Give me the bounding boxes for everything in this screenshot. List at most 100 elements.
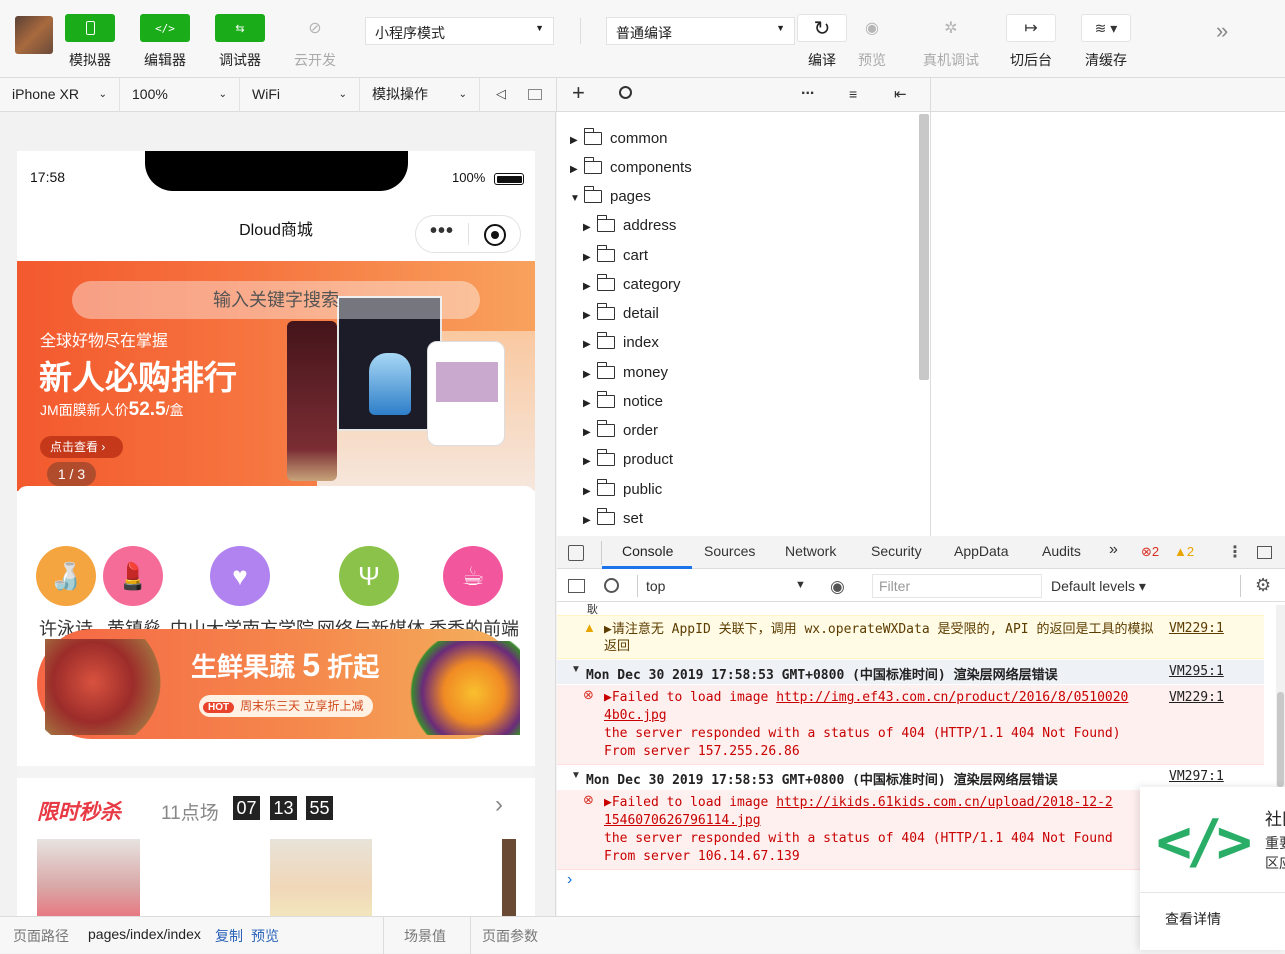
group-source-link[interactable]: VM295:1 [1169, 664, 1224, 679]
tab-console[interactable]: Console [622, 543, 673, 559]
search-bar[interactable]: 输入关键字搜索 [72, 281, 480, 319]
compile-button[interactable]: ↻ 编译 [795, 14, 849, 70]
heart-icon[interactable]: ♥ [210, 546, 270, 606]
product-thumb-1[interactable] [37, 839, 140, 916]
error-url-link[interactable]: http://ikids.61kids.com.cn/upload/2018-1… [776, 795, 1113, 810]
tab-network[interactable]: Network [785, 543, 836, 559]
clear-console-icon[interactable] [604, 578, 619, 593]
more-icon[interactable]: » [1216, 18, 1228, 44]
network-value: WiFi [252, 86, 280, 102]
warning-count[interactable]: ▲2 [1174, 544, 1194, 559]
tab-audits[interactable]: Audits [1042, 543, 1081, 559]
error-url-link[interactable]: http://img.ef43.com.cn/product/2016/8/05… [776, 690, 1128, 705]
error-source-link[interactable]: VM229:1 [1169, 690, 1224, 705]
tree-item-address[interactable]: ▶ address [583, 213, 676, 239]
chevron-right-icon[interactable]: › [495, 791, 503, 819]
inspect-icon[interactable] [568, 545, 584, 561]
debugger-button[interactable]: ⇆ 调试器 [213, 14, 267, 70]
avatar[interactable] [15, 16, 53, 54]
tree-item-category[interactable]: ▶ category [583, 272, 681, 298]
caret-right-icon: ▶ [583, 222, 591, 233]
tree-item-components[interactable]: ▶ components [570, 155, 692, 181]
capsule-menu[interactable]: ••• [415, 215, 521, 253]
network-select[interactable]: WiFi ⌄ [240, 78, 360, 111]
tree-item-set[interactable]: ▶ set [583, 506, 643, 532]
error-count[interactable]: ⊗2 [1141, 544, 1159, 560]
fork-icon[interactable]: Ψ [339, 546, 399, 606]
product-thumb-3[interactable] [502, 839, 516, 916]
background-button[interactable]: ↦ 切后台 [1004, 14, 1058, 70]
mode-select[interactable]: 小程序模式 ▼ [365, 17, 554, 45]
window-icon[interactable] [528, 89, 542, 100]
tree-item-product[interactable]: ▶ product [583, 447, 673, 473]
search-icon[interactable] [619, 86, 632, 99]
add-file-button[interactable]: + [572, 80, 585, 106]
tree-item-index[interactable]: ▶ index [583, 330, 659, 356]
filter-input[interactable]: Filter [872, 574, 1042, 598]
preview-button[interactable]: ◉ 预览 [845, 14, 899, 70]
editor-button[interactable]: </> 编辑器 [138, 14, 192, 70]
collapse-icon[interactable]: ⇤ [894, 85, 907, 103]
context-select[interactable]: top [646, 578, 665, 594]
sidebar-toggle-icon[interactable] [568, 579, 585, 593]
folder-icon [596, 391, 615, 408]
promo-banner[interactable]: 生鲜果蔬 5 折起 HOT 周末乐三天 立享折上减 [37, 629, 520, 739]
more-dots-icon[interactable]: ••• [430, 220, 454, 243]
sim-ops-select[interactable]: 模拟操作 ⌄ [360, 78, 480, 111]
tab-security[interactable]: Security [871, 543, 922, 559]
close-mini-icon[interactable] [484, 224, 506, 246]
phone-screen[interactable]: 17:58 100% Dloud商城 ••• 输入关键字搜索 全球好物尽在掌握 … [17, 151, 535, 916]
product-thumb-2[interactable] [270, 839, 372, 916]
preview-link[interactable]: 预览 [251, 926, 279, 946]
tree-item-common[interactable]: ▶ common [570, 126, 668, 152]
warning-source-link[interactable]: VM229:1 [1169, 621, 1224, 636]
tree-item-notice[interactable]: ▶ notice [583, 389, 663, 415]
tree-item-detail[interactable]: ▶ detail [583, 301, 659, 327]
volume-icon[interactable]: ◁ [496, 86, 506, 102]
page-params-button[interactable]: 页面参数 [482, 926, 538, 946]
zoom-select[interactable]: 100% ⌄ [120, 78, 240, 111]
tree-item-pages[interactable]: ▼ pages [570, 184, 651, 210]
user-grid-icon-2[interactable]: 💄 [103, 546, 163, 606]
community-popup[interactable]: </> 社区 重要 区应 查看详情 [1140, 787, 1285, 950]
view-details-link[interactable]: 查看详情 [1165, 909, 1221, 929]
scrollbar[interactable] [919, 114, 929, 380]
caret-right-icon: ▶ [583, 310, 591, 321]
console-scrollbar-thumb[interactable] [1277, 692, 1284, 787]
copy-link[interactable]: 复制 [215, 926, 243, 946]
console-group-header[interactable]: ▼ Mon Dec 30 2019 17:58:53 GMT+0800 (中国标… [557, 660, 1264, 684]
error-url-link[interactable]: 1546070626796114.jpg [604, 813, 761, 828]
compile-select[interactable]: 普通编译 ▼ [606, 17, 795, 45]
sort-icon[interactable]: ≡ [849, 86, 857, 102]
cloud-dev-button[interactable]: ⊘ 云开发 [288, 14, 342, 70]
device-select[interactable]: iPhone XR ⌄ [0, 78, 120, 111]
tree-item-cart[interactable]: ▶ cart [583, 243, 648, 269]
dock-icon[interactable] [1257, 546, 1272, 559]
view-button[interactable]: 点击查看 › [40, 436, 123, 458]
meat-image [45, 639, 165, 735]
remote-debug-button[interactable]: ✲ 真机调试 [918, 14, 984, 70]
group-source-link[interactable]: VM297:1 [1169, 769, 1224, 784]
more-options-icon[interactable]: ... [801, 81, 814, 99]
tab-appdata[interactable]: AppData [954, 543, 1008, 559]
tree-item-public[interactable]: ▶ public [583, 477, 662, 503]
error-url-link[interactable]: 4b0c.jpg [604, 708, 667, 723]
tree-item-money[interactable]: ▶ money [583, 360, 668, 386]
eye-icon[interactable]: ◉ [830, 577, 845, 597]
scene-button[interactable]: 场景值 [404, 926, 446, 946]
caret-down-icon[interactable]: ▼ [795, 579, 806, 591]
kebab-menu-icon[interactable]: ⋮ [1227, 542, 1243, 562]
banner-price: JM面膜新人价52.5/盒 [40, 399, 184, 420]
folder-icon [596, 274, 615, 291]
user-grid-icon-1[interactable]: 🍶 [36, 546, 96, 606]
more-tabs-icon[interactable]: » [1109, 541, 1118, 559]
levels-select[interactable]: Default levels ▾ [1051, 578, 1146, 595]
tree-item-order[interactable]: ▶ order [583, 418, 658, 444]
tab-sources[interactable]: Sources [704, 543, 755, 559]
console-prompt[interactable]: › [567, 871, 572, 889]
banner[interactable]: 输入关键字搜索 全球好物尽在掌握 新人必购排行 JM面膜新人价52.5/盒 点击… [17, 261, 535, 491]
simulator-button[interactable]: 模拟器 [63, 14, 117, 70]
cup-icon[interactable]: ☕ [443, 546, 503, 606]
clear-cache-button[interactable]: ≋ ▾ 清缓存 [1079, 14, 1133, 70]
gear-icon[interactable]: ⚙ [1255, 575, 1271, 596]
